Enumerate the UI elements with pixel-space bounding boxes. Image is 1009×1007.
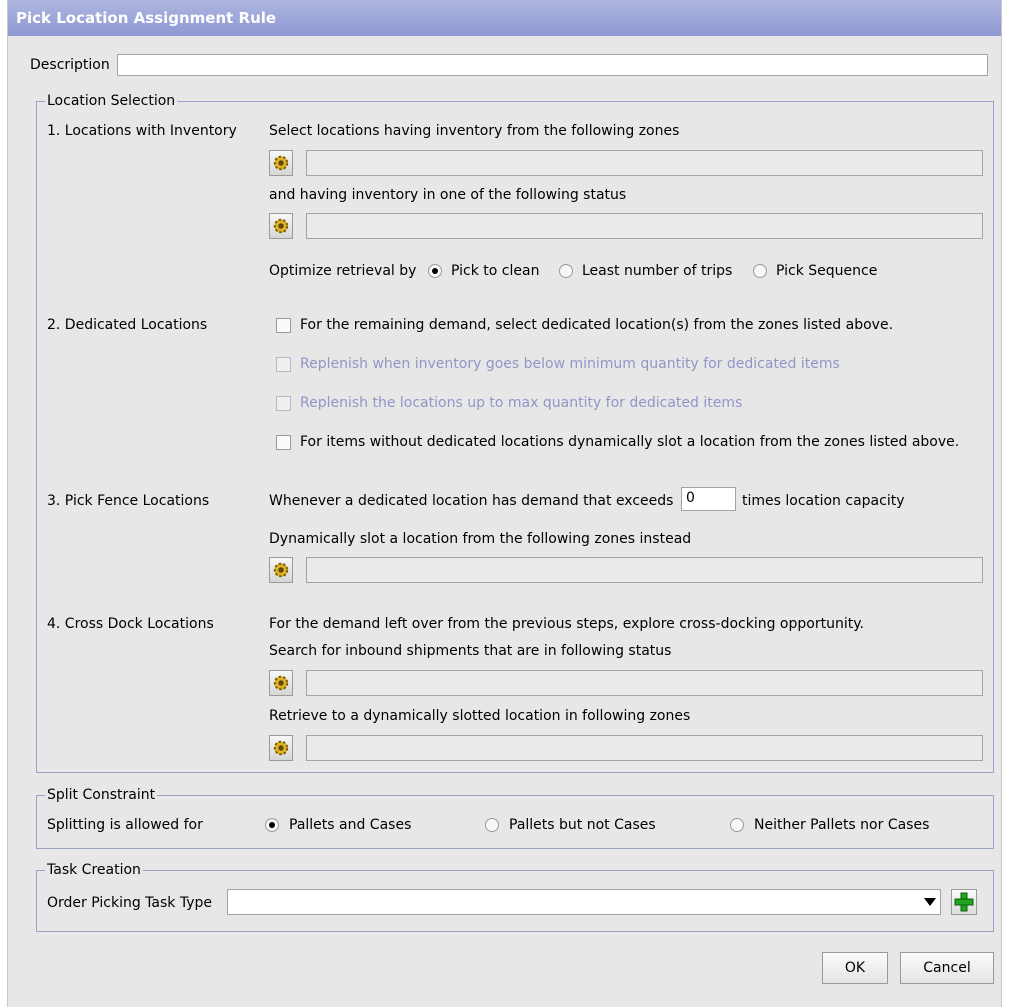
pick-fence-zones-lookup-button[interactable] <box>269 557 293 583</box>
split-option-label: Pallets and Cases <box>289 817 412 833</box>
dedicated-check-replenish-max[interactable] <box>276 396 291 411</box>
optimize-radio-pick-to-clean[interactable] <box>428 264 442 278</box>
cross-dock-section-label: 4. Cross Dock Locations <box>47 616 214 632</box>
gear-icon <box>273 218 289 234</box>
task-type-label: Order Picking Task Type <box>47 895 212 911</box>
pick-fence-zones-field[interactable] <box>306 557 983 583</box>
cross-dock-zones-lookup-button[interactable] <box>269 735 293 761</box>
inventory-zones-field[interactable] <box>306 150 983 176</box>
cross-dock-text-3: Retrieve to a dynamically slotted locati… <box>269 708 691 724</box>
split-option-label: Neither Pallets nor Cases <box>754 817 930 833</box>
optimize-option-label: Pick to clean <box>451 263 540 279</box>
dedicated-check-label: For items without dedicated locations dy… <box>300 434 960 450</box>
inventory-zones-text: Select locations having inventory from t… <box>269 123 680 139</box>
cancel-button[interactable]: Cancel <box>900 952 994 984</box>
plus-icon <box>954 892 974 912</box>
task-type-select[interactable] <box>227 889 941 915</box>
split-option-label: Pallets but not Cases <box>509 817 656 833</box>
inventory-status-lookup-button[interactable] <box>269 213 293 239</box>
gear-icon <box>273 155 289 171</box>
description-label: Description <box>30 57 110 73</box>
dedicated-check-label: Replenish the locations up to max quanti… <box>300 395 743 411</box>
split-radio-pallets-not-cases[interactable] <box>485 818 499 832</box>
add-task-type-button[interactable] <box>951 889 977 915</box>
gear-icon <box>273 675 289 691</box>
ok-button[interactable]: OK <box>822 952 888 984</box>
gear-icon <box>273 740 289 756</box>
optimize-label: Optimize retrieval by <box>269 263 417 279</box>
inventory-status-text: and having inventory in one of the follo… <box>269 187 627 203</box>
cross-dock-status-lookup-button[interactable] <box>269 670 293 696</box>
location-selection-legend: Location Selection <box>47 93 176 109</box>
cross-dock-status-field[interactable] <box>306 670 983 696</box>
pick-fence-text-before: Whenever a dedicated location has demand… <box>269 493 674 509</box>
optimize-radio-pick-sequence[interactable] <box>753 264 767 278</box>
pick-fence-section-label: 3. Pick Fence Locations <box>47 493 210 509</box>
split-constraint-legend: Split Constraint <box>47 787 156 803</box>
cross-dock-text-2: Search for inbound shipments that are in… <box>269 643 672 659</box>
cross-dock-text-1: For the demand left over from the previo… <box>269 616 864 632</box>
optimize-option-label: Least number of trips <box>582 263 733 279</box>
description-input[interactable] <box>117 54 988 76</box>
pick-fence-slot-text: Dynamically slot a location from the fol… <box>269 531 692 547</box>
pick-fence-text-after: times location capacity <box>742 493 905 509</box>
optimize-option-label: Pick Sequence <box>776 263 878 279</box>
dedicated-check-replenish-min[interactable] <box>276 357 291 372</box>
dialog-window: Pick Location Assignment Rule Descriptio… <box>7 0 1002 1007</box>
optimize-radio-least-trips[interactable] <box>559 264 573 278</box>
dialog-title: Pick Location Assignment Rule <box>8 0 1001 36</box>
chevron-down-icon[interactable] <box>924 898 936 906</box>
dedicated-check-dynamic-slot[interactable] <box>276 435 291 450</box>
dedicated-check-label: Replenish when inventory goes below mini… <box>300 356 840 372</box>
split-radio-pallets-and-cases[interactable] <box>265 818 279 832</box>
times-capacity-input[interactable]: 0 <box>681 487 736 511</box>
dedicated-check-remaining-demand[interactable] <box>276 318 291 333</box>
dedicated-check-label: For the remaining demand, select dedicat… <box>300 317 894 333</box>
split-radio-neither[interactable] <box>730 818 744 832</box>
split-label: Splitting is allowed for <box>47 817 203 833</box>
cross-dock-zones-field[interactable] <box>306 735 983 761</box>
inventory-zones-lookup-button[interactable] <box>269 150 293 176</box>
task-creation-legend: Task Creation <box>47 862 141 878</box>
dedicated-section-label: 2. Dedicated Locations <box>47 317 208 333</box>
inventory-section-label: 1. Locations with Inventory <box>47 123 237 139</box>
gear-icon <box>273 562 289 578</box>
inventory-status-field[interactable] <box>306 213 983 239</box>
